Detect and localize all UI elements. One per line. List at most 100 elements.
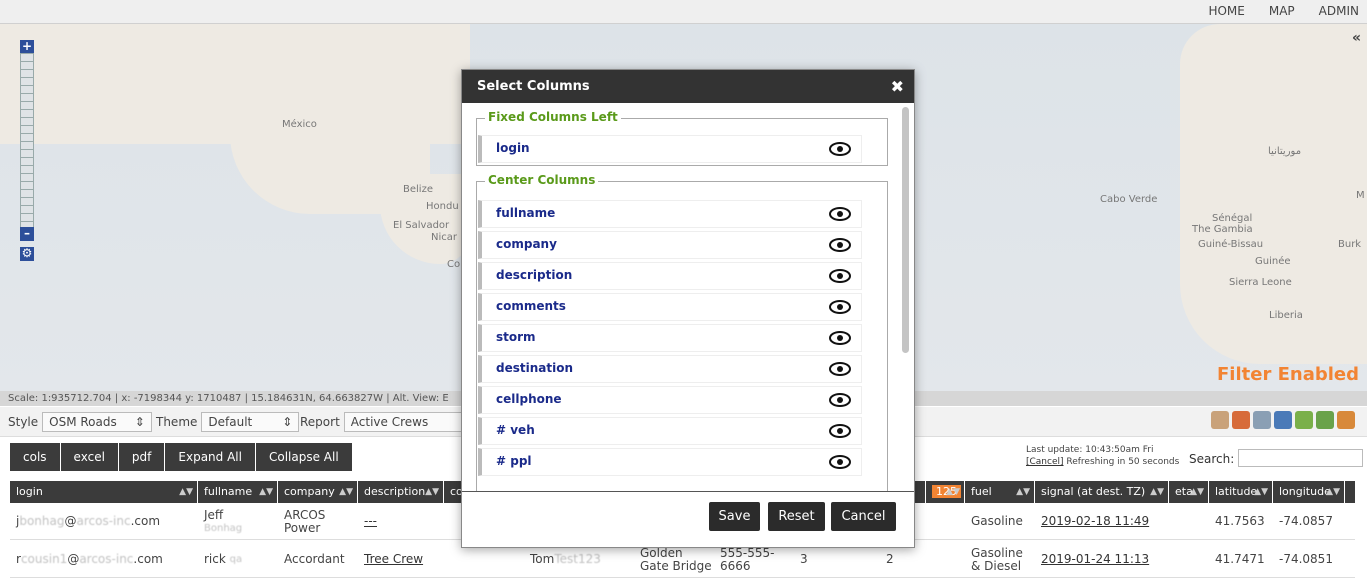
people-icon[interactable] xyxy=(1274,411,1292,429)
th-description[interactable]: description ▲▼ xyxy=(358,481,444,503)
search-map-icon[interactable] xyxy=(1211,411,1229,429)
flag-icon[interactable] xyxy=(1316,411,1334,429)
cell-login: r cousin1 @ arcos-inc .com xyxy=(16,552,163,566)
cell-signal-link[interactable]: 2019-01-24 11:13 xyxy=(1035,541,1169,578)
select-columns-dialog: Select Columns ✖ Fixed Columns Left logi… xyxy=(461,69,915,548)
th-company[interactable]: company ▲▼ xyxy=(278,481,358,503)
column-item-ppl[interactable]: # ppl xyxy=(478,448,862,476)
th-latitude[interactable]: latitude ▲▼ xyxy=(1209,481,1273,503)
pdf-button[interactable]: pdf xyxy=(118,443,165,471)
column-name: comments xyxy=(496,299,566,313)
reset-button[interactable]: Reset xyxy=(768,502,825,531)
map-label-mali-edge: M xyxy=(1356,190,1365,201)
column-item-comments[interactable]: comments xyxy=(478,293,862,321)
eye-icon[interactable] xyxy=(829,238,851,255)
eye-icon[interactable] xyxy=(829,424,851,441)
search-input[interactable] xyxy=(1238,449,1363,467)
theme-select[interactable]: Default ⇕ xyxy=(201,412,300,432)
gear-icon[interactable]: ⚙ xyxy=(20,247,34,261)
eye-icon[interactable] xyxy=(829,142,851,159)
theme-select-value: Default xyxy=(208,415,253,429)
nav-admin-link[interactable]: ADMIN xyxy=(1319,4,1359,18)
close-icon[interactable]: ✖ xyxy=(891,70,904,103)
style-select[interactable]: OSM Roads ⇕ xyxy=(42,412,152,432)
top-nav: HOME MAP ADMIN xyxy=(0,0,1367,24)
column-item-destination[interactable]: destination xyxy=(478,355,862,383)
dialog-footer: Save Reset Cancel xyxy=(462,491,914,547)
cell-signal-link[interactable]: 2019-02-18 11:49 xyxy=(1035,503,1169,540)
theme-label: Theme xyxy=(156,415,198,429)
double-chevron-left-icon[interactable]: « xyxy=(1352,30,1361,46)
th-count[interactable]: 125 ▲▼ xyxy=(925,481,965,503)
layers-icon[interactable] xyxy=(1295,411,1313,429)
map-label-guinee: Guinée xyxy=(1255,256,1291,267)
column-item-description[interactable]: description xyxy=(478,262,862,290)
cell-company: Accordant xyxy=(284,552,345,566)
globe-icon[interactable] xyxy=(1232,411,1250,429)
expand-all-button[interactable]: Expand All xyxy=(165,443,255,471)
column-item-veh[interactable]: # veh xyxy=(478,417,862,445)
eye-icon[interactable] xyxy=(829,393,851,410)
dialog-header: Select Columns ✖ xyxy=(462,70,914,103)
map-label-senegal: Sénégal xyxy=(1212,213,1253,224)
column-name: # veh xyxy=(496,423,535,437)
cancel-button[interactable]: Cancel xyxy=(831,502,896,531)
map-label-belize: Belize xyxy=(403,184,433,195)
style-control: Style OSM Roads ⇕ xyxy=(8,412,152,432)
cell-latitude: 41.7471 xyxy=(1215,552,1265,566)
eye-icon[interactable] xyxy=(829,331,851,348)
column-item-cellphone[interactable]: cellphone xyxy=(478,386,862,414)
print-icon[interactable] xyxy=(1253,411,1271,429)
legend-icon[interactable] xyxy=(1337,411,1355,429)
th-fullname[interactable]: fullname ▲▼ xyxy=(198,481,278,503)
eye-icon[interactable] xyxy=(829,269,851,286)
cell-latitude: 41.7563 xyxy=(1215,514,1265,528)
th-signal[interactable]: signal (at dest. TZ) ▲▼ xyxy=(1035,481,1169,503)
cancel-refresh-link[interactable]: [Cancel] xyxy=(1026,457,1064,467)
report-label: Report xyxy=(300,415,340,429)
last-update-text: Last update: 10:43:50am Fri xyxy=(1026,445,1154,455)
dialog-scrollbar-thumb[interactable] xyxy=(902,107,909,353)
th-fuel[interactable]: fuel ▲▼ xyxy=(965,481,1035,503)
nav-links: HOME MAP ADMIN xyxy=(1208,4,1359,18)
th-login[interactable]: login ▲▼ xyxy=(10,481,198,503)
map-label-el-salvador: El Salvador xyxy=(393,220,450,231)
save-button[interactable]: Save xyxy=(709,502,760,531)
center-columns-legend: Center Columns xyxy=(485,173,599,187)
zoom-in-button[interactable]: + xyxy=(20,40,34,54)
column-item-fullname[interactable]: fullname xyxy=(478,200,862,228)
cols-button[interactable]: cols xyxy=(10,443,60,471)
filter-enabled-label: Filter Enabled xyxy=(1217,364,1359,385)
report-select[interactable]: Active Crews xyxy=(343,412,464,432)
cell-description-link[interactable]: --- xyxy=(358,503,438,540)
column-name: cellphone xyxy=(496,392,562,406)
column-item-company[interactable]: company xyxy=(478,231,862,259)
collapse-all-button[interactable]: Collapse All xyxy=(255,443,352,471)
cell-description-link[interactable]: Tree Crew xyxy=(358,541,444,578)
cell-login: j bonhag @ arcos-inc .com xyxy=(16,514,161,528)
updown-arrow-icon: ⇕ xyxy=(134,415,145,429)
sort-icon: ▲▼ xyxy=(259,487,273,497)
last-update-status: Last update: 10:43:50am Fri [Cancel] Ref… xyxy=(1026,444,1179,468)
cell-fuel: Gasoline & Diesel xyxy=(971,545,1023,573)
eye-icon[interactable] xyxy=(829,300,851,317)
zoom-slider[interactable] xyxy=(20,53,34,230)
map-label-honduras: Hondu xyxy=(426,201,459,212)
column-item-login[interactable]: login xyxy=(478,135,862,163)
column-name: company xyxy=(496,237,557,251)
style-select-value: OSM Roads xyxy=(49,415,117,429)
column-item-storm[interactable]: storm xyxy=(478,324,862,352)
zoom-out-button[interactable]: – xyxy=(20,227,34,241)
map-label-nicaragua: Nicar xyxy=(431,232,457,243)
th-longitude[interactable]: longitude ▲▼ xyxy=(1273,481,1345,503)
eye-icon[interactable] xyxy=(829,455,851,472)
eye-icon[interactable] xyxy=(829,362,851,379)
excel-button[interactable]: excel xyxy=(60,443,118,471)
sort-icon: ▲▼ xyxy=(946,487,960,497)
th-eta[interactable]: eta ▲▼ xyxy=(1169,481,1209,503)
nav-home-link[interactable]: HOME xyxy=(1208,4,1244,18)
nav-map-link[interactable]: MAP xyxy=(1269,4,1295,18)
cell-fullname: Jeff Bonhag xyxy=(204,507,243,534)
dialog-body[interactable]: Fixed Columns Left login Center Columns … xyxy=(462,103,914,491)
eye-icon[interactable] xyxy=(829,207,851,224)
